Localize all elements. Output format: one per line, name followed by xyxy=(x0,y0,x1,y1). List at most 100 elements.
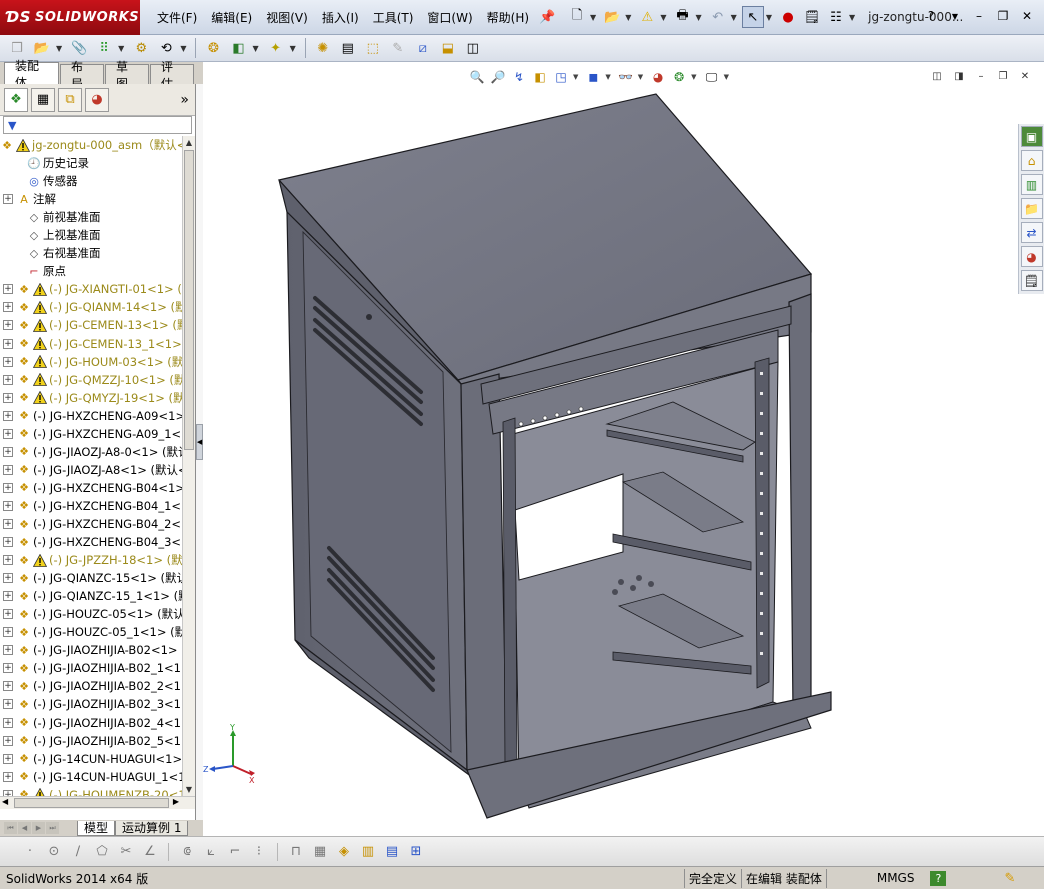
select-dropdown-icon[interactable]: ▼ xyxy=(766,13,772,22)
menu-file[interactable]: 文件(F) xyxy=(150,9,204,26)
offset-icon[interactable]: ⟀ xyxy=(201,842,221,862)
menu-help[interactable]: 帮助(H) xyxy=(480,9,536,26)
solidworks-resources-icon[interactable]: ▣ xyxy=(1020,126,1043,147)
scroll-up-icon[interactable]: ▲ xyxy=(183,136,195,149)
grid-point-icon[interactable]: ⁝ xyxy=(249,842,269,862)
expand-plus-icon[interactable]: + xyxy=(3,627,13,638)
tree-item[interactable]: + ❖ (-) JG-HXZCHENG-A09<1> ( xyxy=(0,407,182,425)
bill-of-materials-icon[interactable]: ▤ xyxy=(337,37,359,59)
tree-root-assembly[interactable]: ❖ jg-zongtu-000_asm（默认<显 xyxy=(0,136,182,154)
linear-pattern-icon[interactable]: ⠿ xyxy=(93,37,115,59)
move-dropdown-icon[interactable]: ▼ xyxy=(180,44,186,53)
explode-line-sketch-icon[interactable]: ✎ xyxy=(387,37,409,59)
undo-icon[interactable]: ↶ xyxy=(707,6,729,28)
tree-item[interactable]: + ❖ (-) JG-JIAOZHIJIA-B02_3<1> xyxy=(0,695,182,713)
trim-icon[interactable]: ✂ xyxy=(116,842,136,862)
reference-dropdown-icon[interactable]: ▼ xyxy=(290,44,296,53)
expand-plus-icon[interactable]: + xyxy=(3,645,13,656)
appearances-icon[interactable]: ◕ xyxy=(1020,246,1043,267)
corner-rectangle-icon[interactable]: ⌐ xyxy=(225,842,245,862)
tree-item[interactable]: + ❖ (-) JG-14CUN-HUAGUI<1> ( xyxy=(0,750,182,768)
features-dropdown-icon[interactable]: ▼ xyxy=(252,44,258,53)
panel-splitter[interactable]: ◀ xyxy=(196,84,203,820)
menu-window[interactable]: 窗口(W) xyxy=(420,9,479,26)
tree-item[interactable]: + ❖ (-) JG-JIAOZJ-A8<1> (默认< xyxy=(0,461,182,479)
expand-plus-icon[interactable]: + xyxy=(3,537,13,548)
collapse-panel-icon[interactable]: ◀ xyxy=(196,424,203,460)
expand-plus-icon[interactable]: + xyxy=(3,464,13,475)
reference-geometry-icon[interactable]: ✦ xyxy=(265,37,287,59)
featuremanager-tree-tab-icon[interactable]: ❖ xyxy=(4,87,28,112)
tree-item[interactable]: + ❖ (-) JG-HXZCHENG-B04_3<1> xyxy=(0,533,182,551)
tree-item[interactable]: + ❖ (-) JG-HOUZC-05<1> (默认< xyxy=(0,605,182,623)
select-pointer-icon[interactable]: ↖ xyxy=(741,6,764,28)
expand-plus-icon[interactable]: + xyxy=(3,320,13,331)
tree-item[interactable]: ◇ 前视基准面 xyxy=(0,208,182,226)
tree-item[interactable]: + ❖ (-) JG-QIANZC-15_1<1> (默 xyxy=(0,587,182,605)
help-dropdown-icon[interactable]: ▼ xyxy=(946,8,964,24)
tree-item[interactable]: + ❖ (-) JG-JIAOZHIJIA-B02<1> xyxy=(0,641,182,659)
tree-item[interactable]: + A 注解 xyxy=(0,190,182,208)
tree-item[interactable]: + ❖ (-) JG-HXZCHENG-B04_2<1> xyxy=(0,515,182,533)
tab-layout[interactable]: 布局 xyxy=(60,60,104,91)
tree-scroll-thumb[interactable] xyxy=(184,150,194,450)
open-dropdown-icon[interactable]: ▼ xyxy=(625,13,631,22)
expand-plus-icon[interactable]: + xyxy=(3,609,13,620)
scroll-right-icon[interactable]: ▶ xyxy=(173,797,179,806)
table-icon[interactable]: ▥ xyxy=(358,842,378,862)
assembly-features-icon[interactable]: ◧ xyxy=(227,37,249,59)
print-icon[interactable]: 🖶 xyxy=(672,6,694,28)
expand-plus-icon[interactable]: + xyxy=(3,555,13,566)
tree-item[interactable]: + ❖ (-) JG-14CUN-HUAGUI_1<1> xyxy=(0,768,182,786)
polygon-icon[interactable]: ⬠ xyxy=(92,842,112,862)
design-library-icon[interactable]: ⌂ xyxy=(1020,150,1043,171)
tree-item[interactable]: + ❖ (-) JG-CEMEN-13_1<1> xyxy=(0,335,182,353)
tab-assembly[interactable]: 装配体 xyxy=(4,59,59,90)
tree-item[interactable]: + ❖ (-) JG-HOUM-03<1> (默认 xyxy=(0,353,182,371)
tree-item[interactable]: + ❖ (-) JG-JIAOZJ-A8-0<1> (默认 xyxy=(0,443,182,461)
restore-icon[interactable]: ❐ xyxy=(994,8,1012,24)
tree-item[interactable]: + ❖ (-) JG-QMZZJ-10<1> (默认 xyxy=(0,371,182,389)
expand-plus-icon[interactable]: + xyxy=(3,519,13,529)
scroll-left-icon[interactable]: ◀ xyxy=(2,797,8,806)
print-dropdown-icon[interactable]: ▼ xyxy=(696,13,702,22)
pattern-dropdown-icon[interactable]: ▼ xyxy=(118,44,124,53)
close-icon[interactable]: ✕ xyxy=(1018,8,1036,24)
expand-plus-icon[interactable]: + xyxy=(3,374,13,385)
mate-icon[interactable]: 📎 xyxy=(68,37,90,59)
tree-item[interactable]: + ❖ (-) JG-JIAOZHIJIA-B02_5<1> xyxy=(0,732,182,750)
tab-model[interactable]: 模型 xyxy=(77,820,116,836)
tree-item[interactable]: ⌐ 原点 xyxy=(0,262,182,280)
instant3d-icon[interactable]: ◫ xyxy=(462,37,484,59)
tree-item[interactable]: + ❖ (-) JG-CEMEN-13<1> (默认 xyxy=(0,316,182,334)
tree-item[interactable]: + ❖ (-) JG-JPZZH-18<1> (默认 xyxy=(0,551,182,569)
new-part-dropdown-icon[interactable]: ▼ xyxy=(56,44,62,53)
tree-item[interactable]: + ❖ (-) JG-XIANGTI-01<1> (默 xyxy=(0,280,182,298)
filter-funnel-icon[interactable]: ▼ xyxy=(8,119,16,132)
expand-plus-icon[interactable]: + xyxy=(3,338,13,349)
expand-plus-icon[interactable]: + xyxy=(3,446,13,457)
propertymanager-tab-icon[interactable]: ▦ xyxy=(31,87,55,112)
status-units[interactable]: MMGS xyxy=(825,868,919,888)
traffic-light-rebuild-icon[interactable]: ● xyxy=(777,6,799,28)
tree-hscroll-thumb[interactable] xyxy=(14,798,169,808)
configurationmanager-tab-icon[interactable]: ⧉ xyxy=(58,87,82,112)
dimension-icon[interactable]: ⊓ xyxy=(286,842,306,862)
expand-plus-icon[interactable]: + xyxy=(3,410,13,421)
tree-filter[interactable]: ▼ xyxy=(3,116,192,134)
expand-plus-icon[interactable]: + xyxy=(3,392,13,403)
prev-tab-icon[interactable]: ◀ xyxy=(18,822,31,834)
help-question-icon[interactable]: ? xyxy=(922,8,940,24)
new-dropdown-icon[interactable]: ▼ xyxy=(590,13,596,22)
fillet-icon[interactable]: ⟃ xyxy=(177,842,197,862)
point-icon[interactable]: · xyxy=(20,842,40,862)
tree-item[interactable]: + ❖ (-) JG-HXZCHENG-B04<1> ( xyxy=(0,479,182,497)
expand-plus-icon[interactable]: + xyxy=(3,482,13,493)
help-icon[interactable]: ? xyxy=(930,870,947,886)
expand-plus-icon[interactable]: + xyxy=(3,663,13,674)
open-folder-icon[interactable]: 📂 xyxy=(601,6,623,28)
expand-plus-icon[interactable]: + xyxy=(3,194,13,205)
tree-item[interactable]: 🕘 历史记录 xyxy=(0,154,182,172)
menu-view[interactable]: 视图(V) xyxy=(259,9,315,26)
expand-plus-icon[interactable]: + xyxy=(3,428,13,439)
